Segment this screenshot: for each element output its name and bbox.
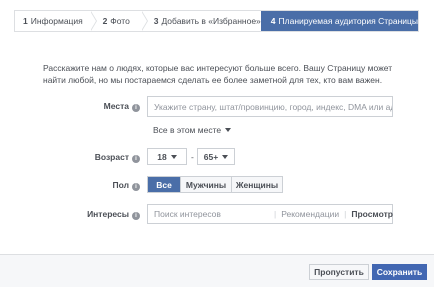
interests-actions: | Рекомендации | Просмотр	[274, 204, 393, 224]
info-icon[interactable]: i	[132, 155, 140, 163]
step-label: Планируемая аудитория Страницы	[278, 16, 418, 26]
step-progress-bar: 1 Информация 2 Фото 3 Добавить в «Избран…	[14, 10, 419, 32]
age-max-select[interactable]: 65+	[197, 148, 235, 165]
step-label: Добавить в «Избранное»	[161, 16, 261, 26]
location-label-text: Места	[103, 101, 129, 111]
intro-text: Расскажите нам о людях, которые вас инте…	[43, 63, 393, 85]
step-number: 4	[270, 16, 276, 26]
gender-selector: Все Мужчины Женщины	[147, 176, 283, 193]
info-icon[interactable]: i	[132, 212, 140, 220]
step-divider	[140, 11, 148, 31]
age-max-value: 65+	[203, 151, 219, 162]
divider: |	[344, 209, 347, 219]
page-audience-dialog: 1 Информация 2 Фото 3 Добавить в «Избран…	[0, 0, 434, 287]
location-label: Места i	[60, 101, 140, 112]
interests-label-text: Интересы	[87, 209, 129, 219]
step-favorites[interactable]: 3 Добавить в «Избранное»	[142, 11, 261, 31]
gender-label-text: Пол	[112, 180, 130, 190]
info-icon[interactable]: i	[132, 183, 140, 191]
chevron-down-icon	[225, 128, 232, 132]
browse-button[interactable]: Просмотр	[351, 209, 393, 219]
gender-label: Пол i	[60, 180, 140, 191]
step-label: Информация	[30, 16, 83, 26]
location-input[interactable]: Укажите страну, штат/провинцию, город, и…	[147, 96, 393, 117]
divider: |	[274, 209, 277, 219]
step-number: 3	[153, 16, 159, 26]
step-number: 1	[23, 16, 28, 26]
step-number: 2	[102, 16, 108, 26]
location-placeholder: Укажите страну, штат/провинцию, город, и…	[154, 101, 393, 112]
chevron-down-icon	[222, 154, 229, 159]
dialog-footer: Пропустить Сохранить	[0, 254, 434, 287]
age-min-select[interactable]: 18	[147, 148, 187, 165]
age-label: Возраст i	[60, 152, 140, 163]
gender-women-button[interactable]: Женщины	[232, 177, 282, 192]
interests-label: Интересы i	[60, 209, 140, 220]
info-icon[interactable]: i	[132, 104, 140, 112]
step-divider	[89, 11, 97, 31]
save-button[interactable]: Сохранить	[372, 264, 427, 280]
skip-button[interactable]: Пропустить	[309, 264, 369, 280]
step-label: Фото	[110, 16, 130, 26]
step-info[interactable]: 1 Информация	[15, 11, 97, 31]
gender-all-button[interactable]: Все	[148, 177, 181, 192]
step-photo[interactable]: 2 Фото	[91, 11, 148, 31]
location-scope-dropdown[interactable]: Все в этом месте	[153, 125, 232, 135]
suggestions-link[interactable]: Рекомендации	[281, 209, 339, 219]
age-label-text: Возраст	[94, 152, 129, 162]
age-min-value: 18	[157, 151, 167, 162]
chevron-down-icon	[170, 154, 177, 159]
gender-men-button[interactable]: Мужчины	[181, 177, 232, 192]
interests-placeholder: Поиск интересов	[154, 209, 221, 219]
step-audience[interactable]: 4 Планируемая аудитория Страницы	[260, 11, 418, 31]
age-separator: -	[191, 152, 194, 162]
location-scope-label: Все в этом месте	[153, 125, 222, 135]
